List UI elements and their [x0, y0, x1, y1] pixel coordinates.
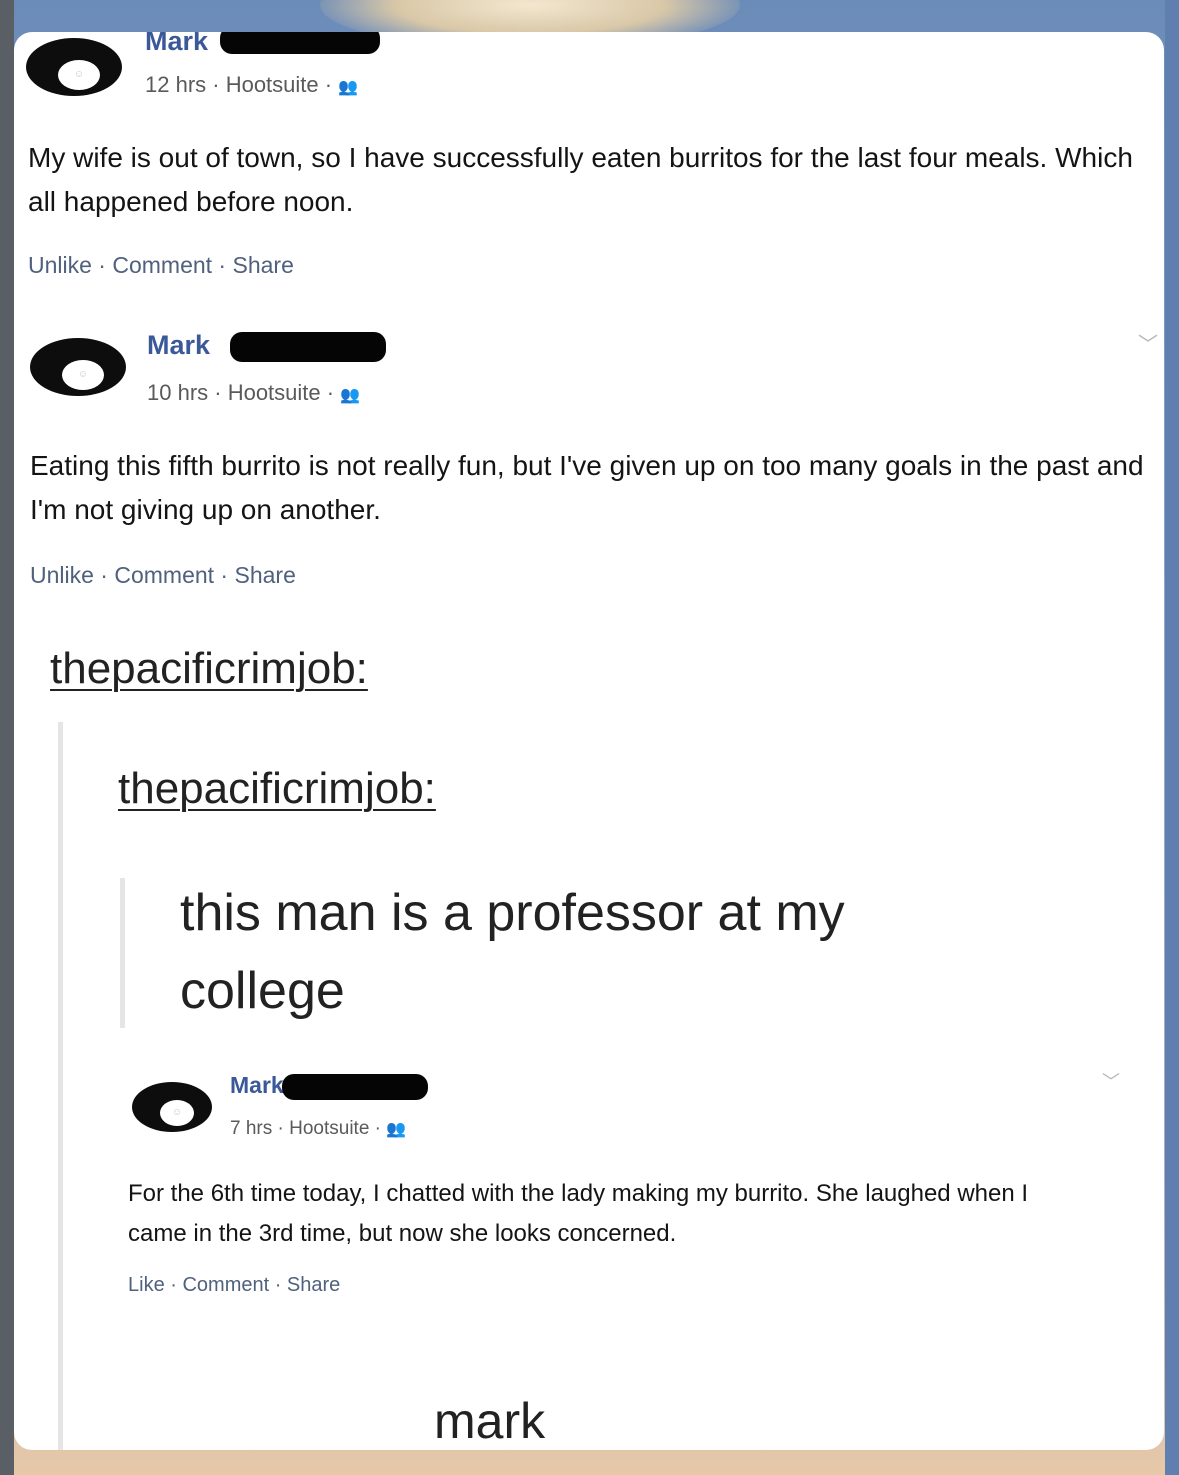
name-redaction	[230, 332, 386, 362]
post-text: My wife is out of town, so I have succes…	[28, 142, 1133, 217]
chevron-down-icon[interactable]: ﹀	[1102, 1068, 1120, 1094]
left-background-strip	[0, 0, 14, 1475]
quote-bar	[58, 722, 63, 1450]
tumblr-quote: this man is a professor at my college	[180, 884, 845, 1020]
poster-name[interactable]: Mark	[230, 1072, 284, 1099]
post-actions[interactable]: Unlike · Comment · Share	[30, 562, 296, 589]
screenshot-card: ☺ Mark 12 hrs · Hootsuite · 👥 My wife is…	[14, 32, 1164, 1450]
post-actions[interactable]: Like · Comment · Share	[128, 1274, 340, 1297]
avatar[interactable]: ☺	[26, 38, 122, 96]
post-meta: 12 hrs · Hootsuite · 👥	[145, 72, 359, 97]
post-text: Eating this fifth burrito is not really …	[30, 450, 1144, 525]
audience-icon: 👥	[340, 387, 361, 404]
post-text: For the 6th time today, I chatted with t…	[128, 1180, 1029, 1247]
tumblr-username[interactable]: thepacificrimjob:	[118, 764, 436, 814]
avatar[interactable]: ☺	[30, 338, 126, 396]
name-redaction	[282, 1074, 428, 1100]
post-meta: 7 hrs · Hootsuite · 👥	[230, 1118, 407, 1139]
poster-name[interactable]: Mark	[145, 32, 208, 57]
audience-icon: 👥	[386, 1121, 407, 1138]
post-actions[interactable]: Unlike · Comment · Share	[28, 252, 294, 279]
quote-bar	[120, 878, 125, 1028]
tumblr-reply: mark	[434, 1393, 546, 1449]
post-meta: 10 hrs · Hootsuite · 👥	[147, 380, 361, 405]
right-background-strip	[1165, 0, 1179, 1475]
tumblr-username[interactable]: thepacificrimjob:	[50, 644, 368, 694]
poster-name[interactable]: Mark	[147, 330, 210, 361]
chevron-down-icon[interactable]: ﹀	[1138, 328, 1158, 357]
audience-icon: 👥	[338, 79, 359, 96]
avatar[interactable]: ☺	[132, 1082, 212, 1132]
name-redaction	[220, 32, 380, 54]
